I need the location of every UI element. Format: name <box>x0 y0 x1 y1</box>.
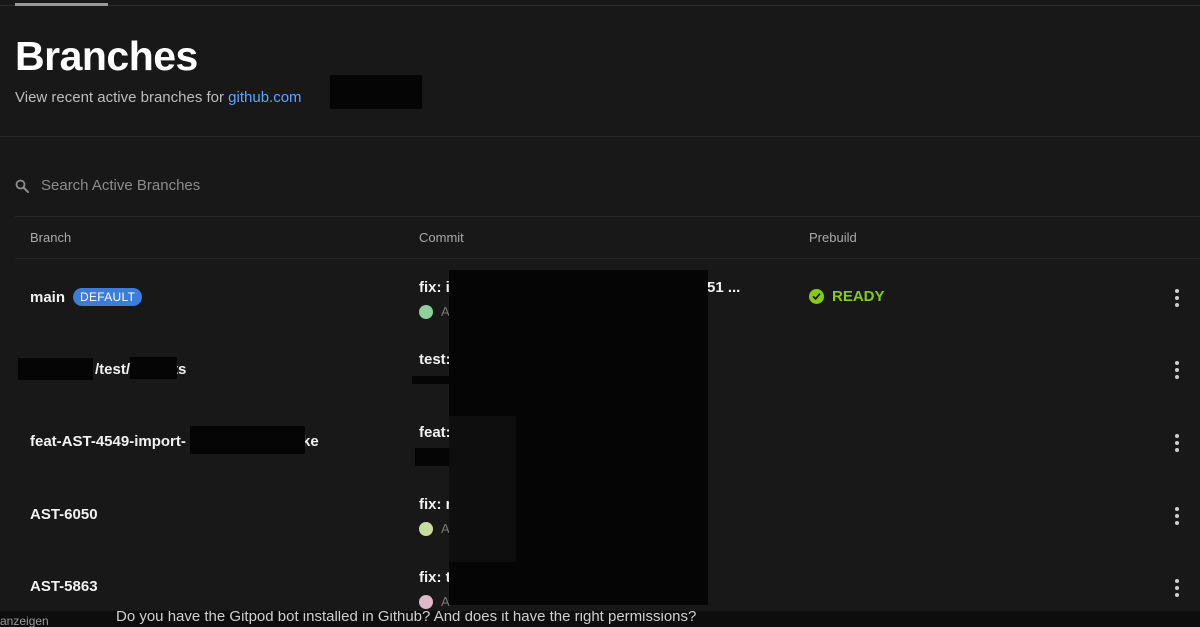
redacted-block <box>330 75 422 109</box>
more-options-icon[interactable] <box>1169 433 1185 453</box>
active-tab-indicator <box>15 3 108 6</box>
redacted-block <box>130 357 177 379</box>
subtitle-text: View recent active branches for <box>15 89 224 106</box>
search-bar[interactable] <box>15 177 441 194</box>
page-subtitle: View recent active branches for github.c… <box>15 89 302 106</box>
branch-label: main <box>30 289 66 306</box>
branch-name-part: feat-AST-4549-import- <box>30 433 186 450</box>
more-options-icon[interactable] <box>1169 506 1185 526</box>
more-options-icon[interactable] <box>1169 288 1185 308</box>
branch-name-part: /test/ <box>95 361 131 378</box>
redacted-block <box>18 358 93 380</box>
page-title: Branches <box>15 33 198 79</box>
commit-message-tail: 51 ... <box>707 279 741 296</box>
branch-name: AST-6050 <box>30 506 98 523</box>
default-badge: DEFAULT <box>73 288 143 306</box>
commit-author: A <box>419 521 450 536</box>
search-divider <box>15 216 1200 217</box>
redacted-block <box>415 448 451 466</box>
column-header-prebuild: Prebuild <box>809 230 857 245</box>
commit-message: fix: i <box>419 279 450 296</box>
footer-left-text: anzeigen <box>0 614 49 627</box>
redacted-block <box>449 416 516 562</box>
redacted-block <box>190 426 305 454</box>
repo-link[interactable]: github.com <box>228 89 301 106</box>
prebuild-status[interactable]: READY <box>809 288 885 305</box>
column-header-commit: Commit <box>419 230 464 245</box>
commit-message: test: <box>419 351 451 368</box>
check-circle-icon <box>809 289 824 304</box>
more-options-icon[interactable] <box>1169 360 1185 380</box>
notification-bar: anzeigen Do you have the Gitpod bot inst… <box>0 611 1200 627</box>
table-header-divider <box>15 258 1200 259</box>
more-options-icon[interactable] <box>1169 578 1185 598</box>
branch-name: AST-5863 <box>30 578 98 595</box>
commit-message: fix: t <box>419 569 451 586</box>
redacted-block <box>412 376 450 384</box>
branch-name: main DEFAULT <box>30 288 143 306</box>
commit-message: fix: r <box>419 496 452 513</box>
search-input[interactable] <box>41 177 441 194</box>
commit-author: A <box>419 304 450 319</box>
commit-message: feat: <box>419 424 451 441</box>
search-icon <box>15 179 29 193</box>
commit-author: A <box>419 594 450 609</box>
avatar <box>419 304 433 319</box>
top-divider <box>0 5 1200 6</box>
avatar <box>419 594 433 609</box>
prebuild-status-label: READY <box>832 288 885 305</box>
header-divider <box>0 136 1200 137</box>
notification-message: Do you have the Gitpod bot installed in … <box>116 611 697 625</box>
column-header-branch: Branch <box>30 230 72 245</box>
avatar <box>419 521 433 536</box>
